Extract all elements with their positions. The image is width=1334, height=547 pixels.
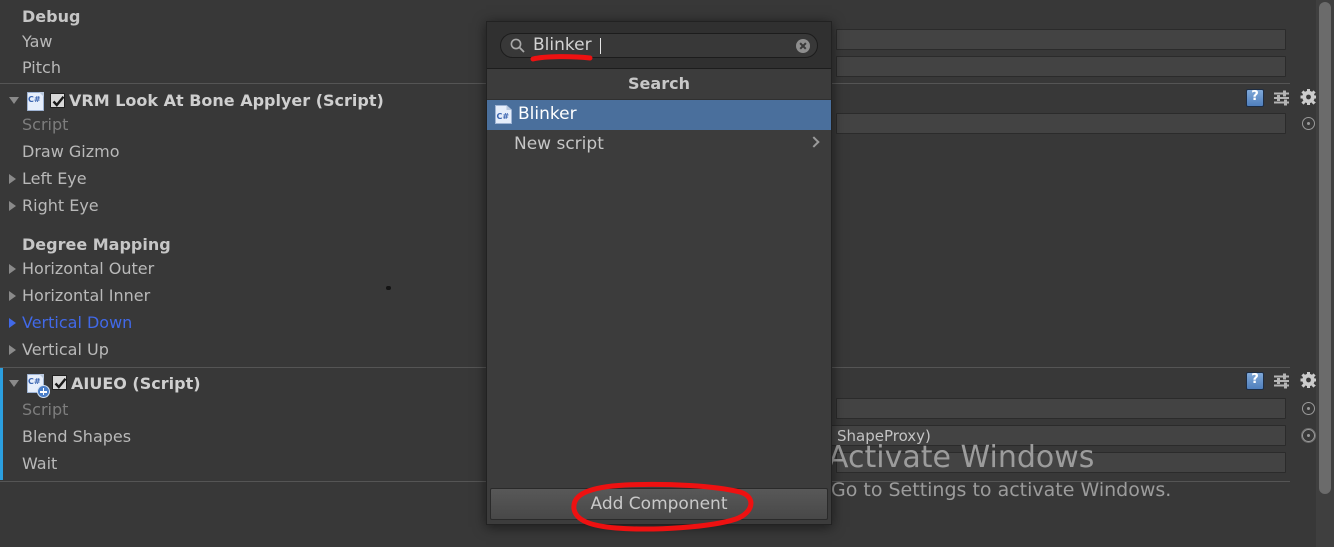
object-field-6[interactable] [836,452,1286,473]
component-enabled-checkbox[interactable] [52,375,67,390]
popup-header-label: Search [628,74,690,93]
help-icon[interactable] [1246,372,1264,390]
cursor-artifact [386,286,391,290]
row-label-blend-shapes: Blend Shapes [22,427,132,446]
row-label-script: Script [22,400,69,419]
watermark-subtitle: Go to Settings to activate Windows. [831,479,1172,501]
text-caret [600,38,601,54]
csharp-script-icon [27,92,44,111]
debug-heading: Debug [22,7,81,26]
foldout-arrow-icon[interactable] [9,174,16,184]
row-label-wait: Wait [22,454,58,473]
foldout-arrow-icon[interactable] [9,264,16,274]
object-field-2[interactable] [836,56,1286,77]
object-field-1[interactable] [836,29,1286,50]
popup-header: Search [487,69,831,100]
popup-item-new-script-label: New script [514,134,604,154]
component-title-aiueo: AIUEO (Script) [71,374,201,393]
popup-item-new-script[interactable]: New script [487,130,831,160]
search-input[interactable]: Blinker [500,33,818,58]
add-component-button-label: Add Component [590,494,728,514]
checkmark-icon [52,96,65,107]
foldout-arrow-icon[interactable] [9,291,16,301]
csharp-script-add-icon [27,374,49,397]
preset-icon[interactable] [1273,90,1291,106]
checkmark-icon [54,378,67,389]
chevron-right-icon [808,136,820,148]
row-label-left-eye: Left Eye [22,169,87,188]
unity-editor-screen: Debug Yaw Pitch VRM Look At Bone Applyer… [0,0,1334,547]
object-field-3[interactable] [836,113,1286,134]
row-label-right-eye: Right Eye [22,196,99,215]
search-input-value: Blinker [533,35,592,55]
row-label-horizontal-outer: Horizontal Outer [22,259,155,278]
add-component-button[interactable]: Add Component [490,488,828,520]
preset-icon[interactable] [1273,373,1291,389]
svg-text:C#: C# [497,112,510,121]
search-icon [510,38,525,57]
object-picker-icon-4[interactable] [1302,402,1315,415]
vertical-scrollbar-thumb[interactable] [1319,2,1331,494]
foldout-arrow-icon[interactable] [9,345,16,355]
row-label-draw-gizmo: Draw Gizmo [22,142,120,161]
row-label-vertical-down: Vertical Down [22,313,133,332]
help-icon[interactable] [1246,89,1264,107]
row-label-script: Script [22,115,69,134]
object-field-4[interactable] [836,398,1286,419]
vertical-scrollbar-track[interactable] [1316,0,1334,547]
popup-result-list: C# Blinker New script [487,100,831,484]
foldout-arrow-icon[interactable] [9,97,19,104]
foldout-arrow-icon[interactable] [9,201,16,211]
object-picker-icon-3[interactable] [1302,117,1315,130]
row-label-yaw: Yaw [22,32,53,51]
popup-item-blinker-label: Blinker [518,104,577,124]
object-picker-icon-5[interactable] [1302,429,1315,442]
row-label-pitch: Pitch [22,58,61,77]
component-enabled-checkbox[interactable] [50,93,65,108]
object-field-shapeproxy-value: ShapeProxy) [837,427,931,445]
foldout-arrow-icon[interactable] [9,380,19,387]
popup-footer: Add Component [487,484,831,524]
clear-icon[interactable] [796,39,810,53]
row-label-horizontal-inner: Horizontal Inner [22,286,151,305]
foldout-arrow-icon[interactable] [9,318,16,328]
add-component-popup[interactable]: Blinker Search C# Blinker New script Add… [486,21,832,525]
csharp-script-icon: C# [495,105,512,124]
degree-mapping-heading: Degree Mapping [22,235,171,254]
row-label-vertical-up: Vertical Up [22,340,109,359]
popup-search-bar: Blinker [487,22,831,69]
object-field-shapeproxy[interactable]: ShapeProxy) [831,425,1286,446]
popup-item-blinker[interactable]: C# Blinker [487,100,831,130]
